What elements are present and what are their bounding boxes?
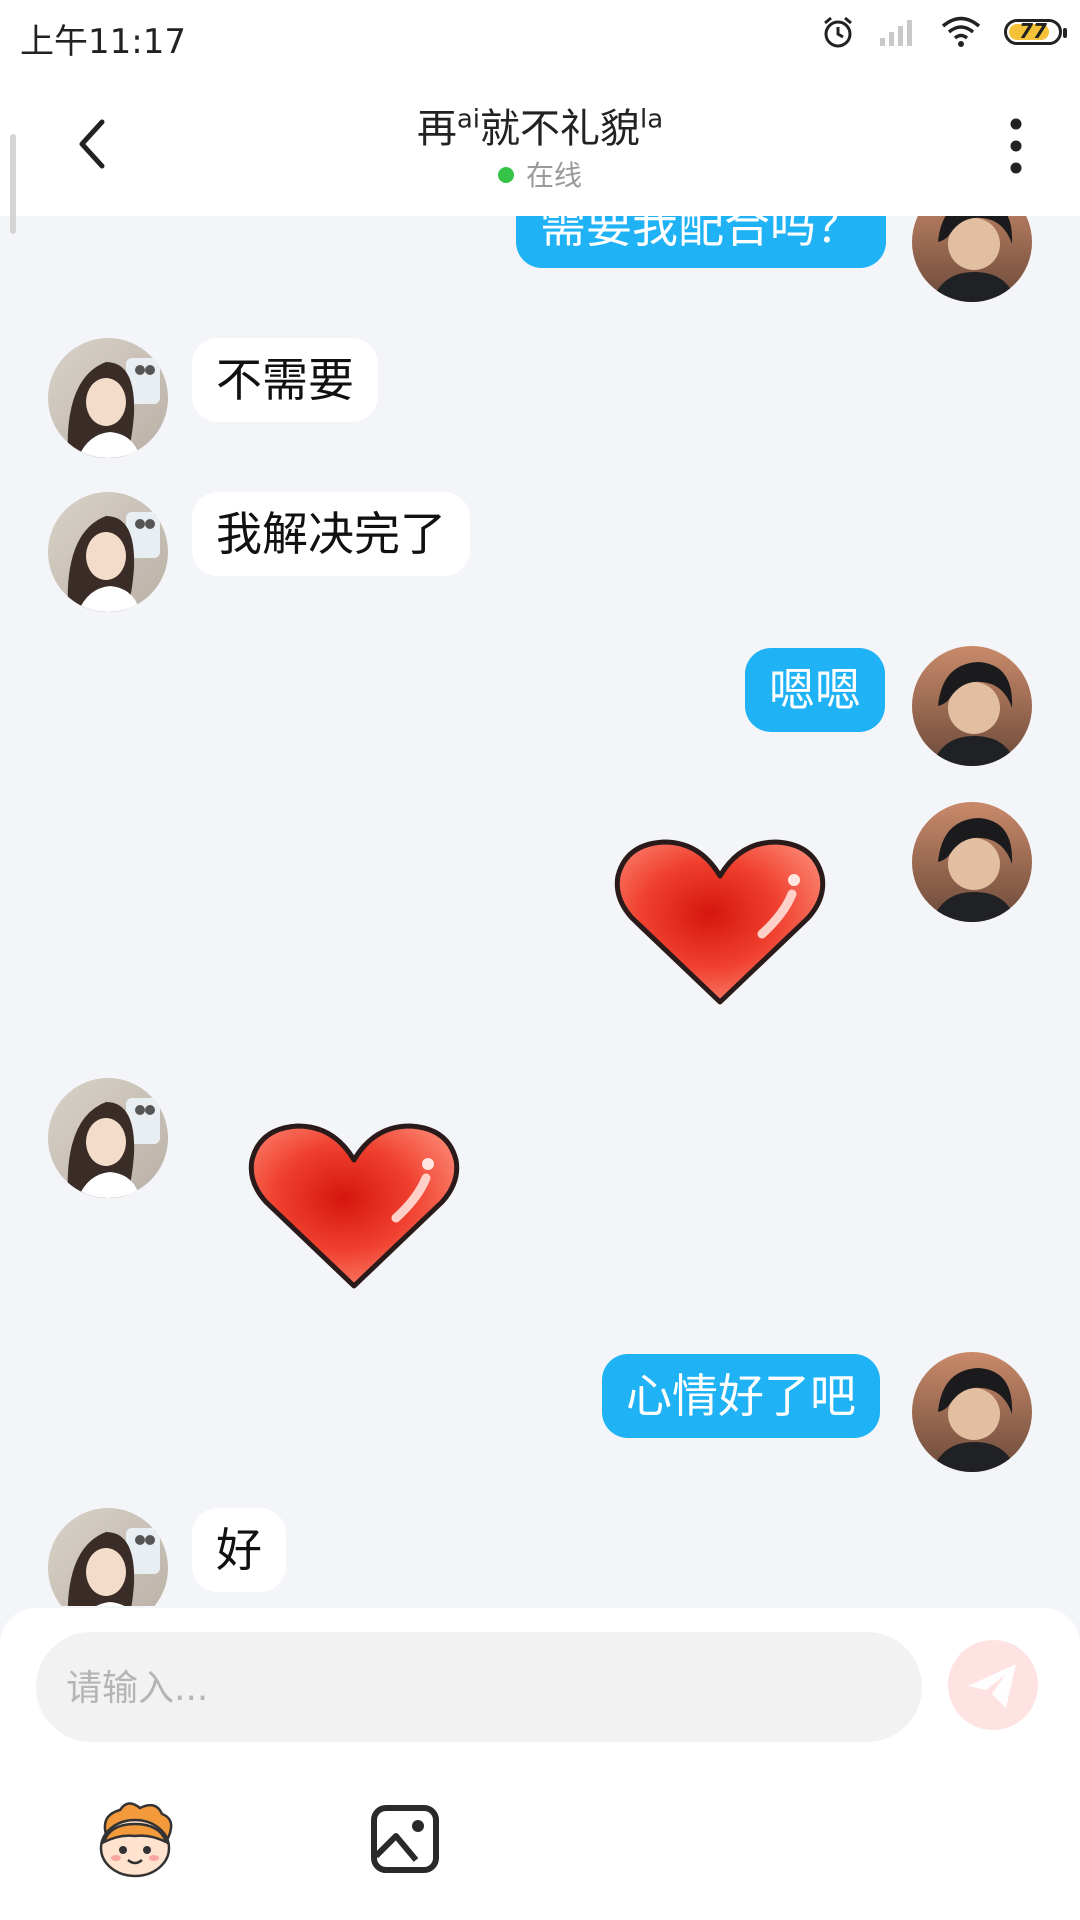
alarm-icon <box>824 16 852 48</box>
online-status: 在线 <box>0 154 1080 194</box>
avatar-contact[interactable] <box>48 338 168 458</box>
avatar-self[interactable] <box>912 802 1032 922</box>
online-dot <box>497 167 514 183</box>
message-bubble-incoming[interactable]: 不需要 <box>192 338 378 422</box>
emoji-icon <box>99 1802 173 1878</box>
avatar-self[interactable] <box>912 216 1032 302</box>
status-time: 上午11:17 <box>20 22 186 62</box>
chat-messages[interactable]: 需要我配合吗？ 不需要 我解决完了 嗯嗯 心情好了吧 好 <box>0 216 1080 1606</box>
send-icon <box>968 1664 1016 1708</box>
avatar-contact[interactable] <box>48 1078 168 1198</box>
message-bubble-outgoing[interactable]: 嗯嗯 <box>745 648 885 732</box>
avatar-self[interactable] <box>912 1352 1032 1472</box>
message-input-box[interactable] <box>36 1632 922 1744</box>
title-sup: la <box>640 104 664 135</box>
title-sup: ai <box>456 104 480 135</box>
more-button[interactable] <box>996 114 1036 178</box>
message-bubble-outgoing[interactable]: 心情好了吧 <box>602 1354 880 1438</box>
status-bar: 上午11:17 77 <box>0 0 1080 70</box>
avatar-contact[interactable] <box>48 1508 168 1606</box>
title-part: 就不礼貌 <box>480 106 640 152</box>
chat-title: 再ai就不礼貌la <box>0 96 1080 154</box>
message-composer <box>0 1608 1080 1920</box>
message-input[interactable] <box>64 1632 888 1744</box>
image-button[interactable] <box>360 1794 450 1884</box>
wifi-icon <box>941 16 981 47</box>
signal-icon <box>880 20 912 46</box>
more-icon <box>1010 118 1022 174</box>
battery-percent: 77 <box>1019 19 1047 43</box>
battery-cap <box>1063 28 1067 38</box>
message-bubble-incoming[interactable]: 我解决完了 <box>192 492 470 576</box>
heart-sticker-outgoing[interactable] <box>612 836 828 1016</box>
message-bubble-outgoing[interactable]: 需要我配合吗？ <box>516 216 886 268</box>
avatar-self[interactable] <box>912 646 1032 766</box>
heart-sticker-incoming[interactable] <box>246 1120 462 1300</box>
battery-icon: 77 <box>1004 19 1067 45</box>
send-button[interactable] <box>948 1640 1038 1730</box>
title-part: 再 <box>416 106 457 152</box>
online-status-text: 在线 <box>525 159 582 192</box>
message-bubble-incoming[interactable]: 好 <box>192 1508 286 1592</box>
image-icon <box>371 1805 439 1873</box>
emoji-button[interactable] <box>90 1794 180 1884</box>
status-icons: 77 <box>820 14 1067 50</box>
avatar-contact[interactable] <box>48 492 168 612</box>
chat-header: 再ai就不礼貌la 在线 <box>0 70 1080 234</box>
